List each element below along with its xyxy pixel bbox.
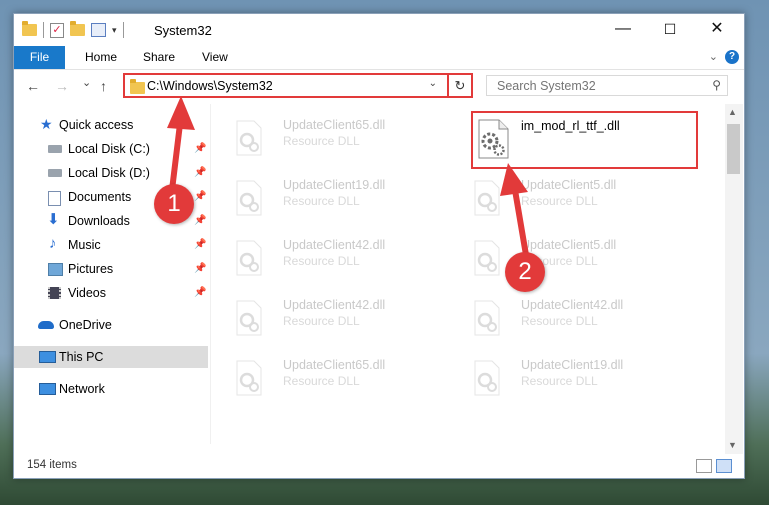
step-1-badge: 1 <box>154 184 194 224</box>
arrow-1 <box>167 96 195 193</box>
arrow-2 <box>500 163 529 258</box>
step-2-badge: 2 <box>505 252 545 292</box>
annotation-overlay <box>167 96 529 258</box>
